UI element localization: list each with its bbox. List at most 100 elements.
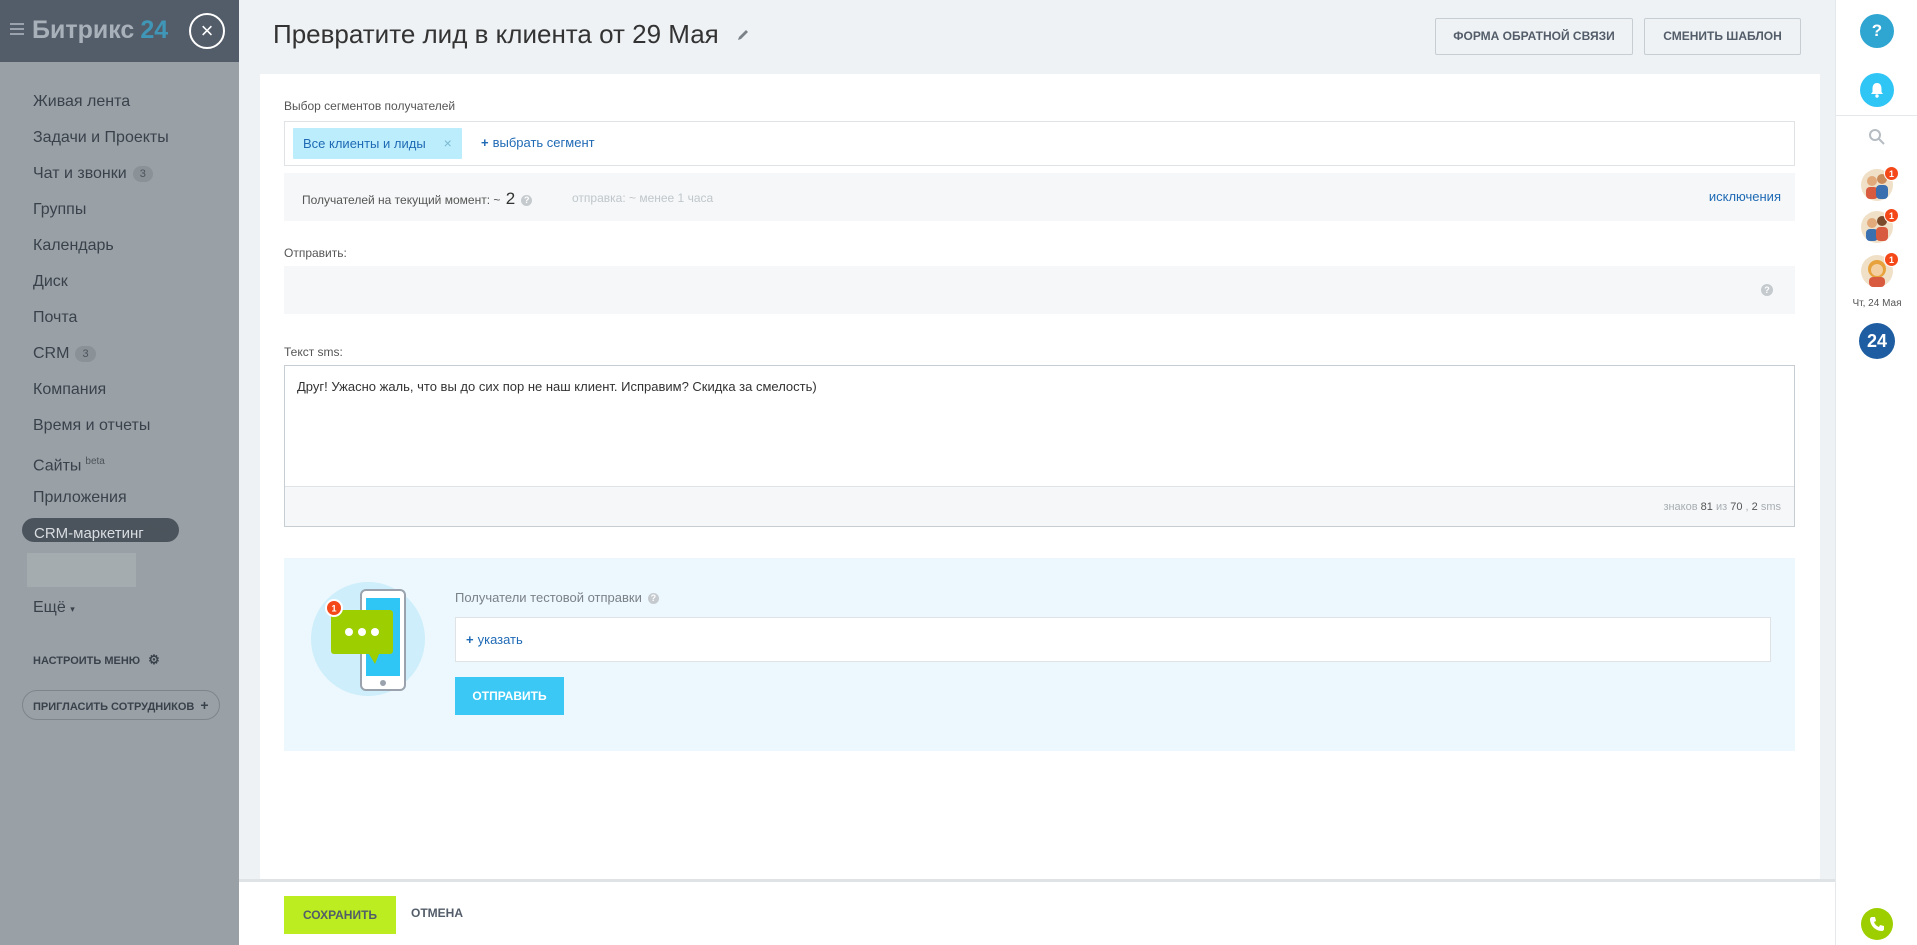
sidebar-item-label: Сайты [33,457,82,475]
send-field[interactable]: ? [284,266,1795,314]
exclusions-link[interactable]: исключения [1709,189,1781,204]
left-sidebar: Битрикс 24 × Живая лента Задачи и Проекты… [0,0,239,945]
feedback-form-button[interactable]: ФОРМА ОБРАТНОЙ СВЯЗИ [1435,18,1633,55]
specify-recipients-link[interactable]: + указать [466,632,523,647]
char-limit: 70 [1730,501,1743,513]
search-icon[interactable] [1868,128,1886,146]
avatar[interactable]: 1 [1861,166,1899,201]
configure-menu-button[interactable]: НАСТРОИТЬ МЕНЮ ⚙ [33,652,160,668]
chevron-down-icon: ▾ [70,604,75,614]
sidebar-item-crm-marketing[interactable]: CRM-маркетинг beta [0,516,239,552]
help-icon[interactable]: ? [521,195,533,206]
sidebar-item-label: Приложения [33,489,127,506]
current-recipients: Получателей на текущий момент: ~ 2? [302,189,533,209]
notifications-button[interactable] [1860,73,1894,107]
segments-label: Выбор сегментов получателей [284,99,456,113]
test-send-button[interactable]: ОТПРАВИТЬ [455,677,564,715]
avatar[interactable]: 1 [1861,208,1899,243]
date-label: Чт, 24 Мая [1852,298,1902,309]
specify-label: указать [477,632,523,647]
sidebar-item-sites[interactable]: Сайты beta [0,444,239,480]
sidebar-item-time-reports[interactable]: Время и отчеты [0,408,239,444]
logo-text: Битрикс [32,16,135,44]
unread-badge: 1 [1884,166,1899,181]
sms-footer: знаков 81 из 70 , 2 sms [285,486,1794,526]
segments-field[interactable]: Все клиенты и лиды × + выбрать сегмент [284,121,1795,166]
test-recipients-text: Получатели тестовой отправки [455,590,642,605]
bottom-action-bar: СОХРАНИТЬ ОТМЕНА [239,879,1835,945]
sidebar-item-groups[interactable]: Группы [0,192,239,228]
test-send-block: 1 Получатели тестовой отправки? + указать… [284,558,1795,751]
beta-tag: beta [85,456,105,467]
help-button[interactable]: ? [1860,14,1894,48]
gear-icon: ⚙ [148,652,160,667]
invite-label: ПРИГЛАСИТЬ СОТРУДНИКОВ [33,701,195,713]
plus-icon: + [466,632,474,647]
sms-editor: Друг! Ужасно жаль, что вы до сих пор не … [284,365,1795,527]
send-label: Отправить: [284,246,347,260]
logo-24: 24 [140,16,169,44]
sidebar-item-label: Диск [33,273,68,290]
close-slider-button[interactable]: × [189,13,225,49]
char-count: 81 [1700,501,1713,513]
right-bar: ? 1 1 1 Чт, 24 Мая 24 [1835,0,1917,945]
phone-icon [1870,917,1884,931]
configure-label: НАСТРОИТЬ МЕНЮ [33,655,141,667]
recipients-info: Получателей на текущий момент: ~ 2? отпр… [284,173,1795,221]
content-card: Выбор сегментов получателей Все клиенты … [260,74,1820,879]
sidebar-item-feed[interactable]: Живая лента [0,84,239,120]
send-eta: отправка: ~ менее 1 часа [572,191,714,205]
placeholder-block [27,553,136,587]
counter-prefix: знаков [1663,501,1698,513]
remove-icon[interactable]: × [444,135,452,151]
plus-icon: + [481,135,489,150]
invite-employees-button[interactable]: ПРИГЛАСИТЬ СОТРУДНИКОВ + [22,690,220,720]
sidebar-item-mail[interactable]: Почта [0,300,239,336]
sms-counter: знаков 81 из 70 , 2 sms [1663,501,1781,513]
counter-badge: 3 [132,166,153,182]
illustration-badge: 1 [331,604,336,614]
plus-icon: + [200,697,209,713]
test-recipients-field[interactable]: + указать [455,617,1771,662]
recipients-count: 2 [505,189,516,208]
logo[interactable]: Битрикс 24 [32,16,168,45]
help-icon[interactable]: ? [1761,284,1773,296]
page-title: Превратите лид в клиента от 29 Мая [273,19,719,49]
sidebar-item-company[interactable]: Компания [0,372,239,408]
sidebar-item-label: Время и отчеты [33,417,151,434]
more-menu[interactable]: Ещё ▾ [33,599,75,617]
counter-of: из [1715,501,1728,513]
pencil-icon[interactable] [736,28,750,42]
sidebar-item-calendar[interactable]: Календарь [0,228,239,264]
save-button[interactable]: СОХРАНИТЬ [284,896,396,934]
sidebar-item-tasks[interactable]: Задачи и Проекты [0,120,239,156]
sidebar-item-label: CRM [33,345,70,362]
beta-tag: beta [147,524,168,535]
bell-icon [1871,83,1883,98]
close-icon: × [200,18,214,43]
select-segment-label: выбрать сегмент [492,135,595,150]
sidebar-item-disk[interactable]: Диск [0,264,239,300]
sidebar-item-label: CRM-маркетинг [34,525,144,542]
select-segment-link[interactable]: + выбрать сегмент [481,135,595,150]
unread-badge: 1 [1884,252,1899,267]
bitrix24-button[interactable]: 24 [1859,323,1895,359]
sms-text-input[interactable]: Друг! Ужасно жаль, что вы до сих пор не … [285,366,1794,486]
sidebar-item-crm[interactable]: CRM 3 [0,336,239,372]
sms-unit: sms [1760,501,1781,513]
phone-button[interactable] [1861,908,1893,940]
sidebar-item-label: Почта [33,309,78,326]
change-template-button[interactable]: СМЕНИТЬ ШАБЛОН [1644,18,1801,55]
cancel-button[interactable]: ОТМЕНА [411,906,463,920]
menu-icon[interactable] [10,23,24,37]
help-icon[interactable]: ? [647,593,659,604]
unread-badge: 1 [1884,208,1899,223]
sidebar-item-chat[interactable]: Чат и звонки 3 [0,156,239,192]
segment-tag-label: Все клиенты и лиды [303,136,426,151]
sidebar-item-label: Календарь [33,237,114,254]
sidebar-menu: Живая лента Задачи и Проекты Чат и звонк… [0,84,239,552]
sidebar-item-apps[interactable]: Приложения [0,480,239,516]
avatar[interactable]: 1 [1861,252,1899,287]
more-label: Ещё [33,599,66,616]
counter-badge: 3 [75,346,96,362]
